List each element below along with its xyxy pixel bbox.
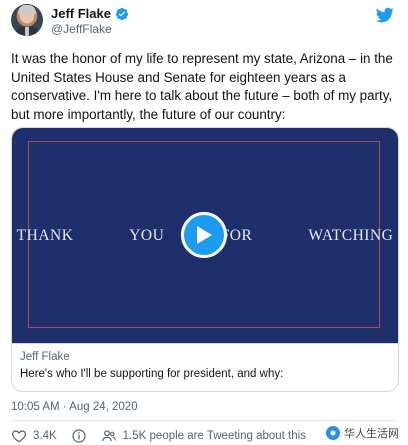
media-card[interactable]: THANK YOU FOR WATCHING Jeff Flake Here's… xyxy=(11,127,399,392)
people-tweeting-action[interactable]: 1.5K people are Tweeting about this xyxy=(101,428,306,444)
people-icon xyxy=(101,430,116,442)
avatar-hair xyxy=(18,5,36,15)
author-name-row[interactable]: Jeff Flake xyxy=(51,6,129,21)
play-icon xyxy=(197,226,212,244)
watermark-logo-icon xyxy=(326,426,340,440)
like-count: 3.4K xyxy=(33,430,57,442)
tweet: Jeff Flake @JeffFlake It was the honor o… xyxy=(0,0,408,445)
card-author: Jeff Flake xyxy=(20,351,70,363)
divider xyxy=(11,420,397,421)
play-button[interactable] xyxy=(181,212,227,258)
watermark-text: 华人生活网 xyxy=(344,428,399,440)
twitter-bird-icon[interactable] xyxy=(375,6,395,24)
watermark: 华人生活网 xyxy=(323,424,402,442)
info-action[interactable] xyxy=(71,428,87,444)
author-handle[interactable]: @JeffFlake xyxy=(51,22,112,36)
action-bar: 3.4K 1.5K people are Tweeting about this xyxy=(11,428,320,444)
video-player[interactable]: THANK YOU FOR WATCHING xyxy=(12,128,398,343)
card-meta[interactable]: Jeff Flake Here's who I'll be supporting… xyxy=(12,343,398,391)
tweet-timestamp[interactable]: 10:05 AM · Aug 24, 2020 xyxy=(11,401,138,413)
people-tweeting-text: 1.5K people are Tweeting about this xyxy=(122,430,306,442)
tweet-text: It was the honor of my life to represent… xyxy=(11,51,393,122)
avatar-tie xyxy=(25,27,29,36)
info-icon[interactable] xyxy=(71,428,87,444)
author-display-name[interactable]: Jeff Flake xyxy=(51,6,111,21)
heart-icon[interactable] xyxy=(11,428,27,444)
card-title: Here's who I'll be supporting for presid… xyxy=(20,368,284,380)
avatar[interactable] xyxy=(11,4,43,36)
like-action[interactable]: 3.4K xyxy=(11,428,57,444)
verified-badge-icon xyxy=(115,7,129,20)
